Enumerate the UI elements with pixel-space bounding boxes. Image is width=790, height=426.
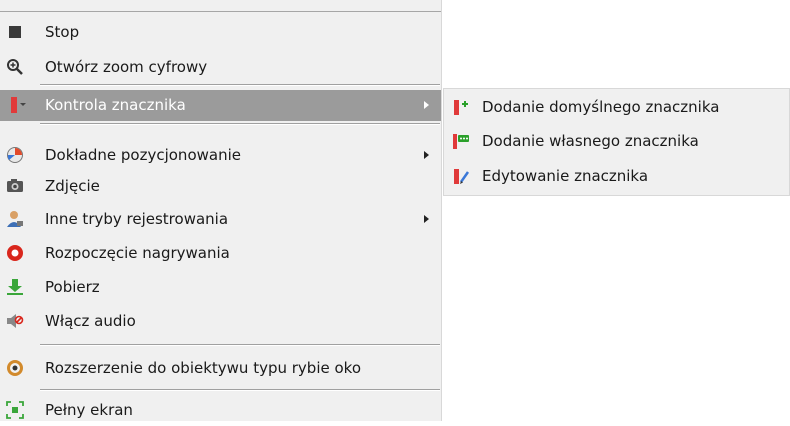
marker-control-submenu: Dodanie domyślnego znacznika Dodanie wła… [443, 88, 790, 196]
menu-item-enable-audio[interactable]: Włącz audio [0, 306, 441, 337]
submenu-arrow-icon [424, 215, 429, 223]
camera-icon [6, 177, 24, 195]
edit-marker-icon [452, 167, 470, 185]
zoom-icon [6, 58, 24, 76]
menu-item-label: Otwórz zoom cyfrowy [45, 58, 208, 76]
menu-item-label: Pobierz [45, 278, 100, 296]
submenu-arrow-icon [424, 151, 429, 159]
menu-item-label: Stop [45, 23, 80, 41]
menu-item-label: Włącz audio [45, 312, 136, 330]
submenu-item-label: Dodanie własnego znacznika [482, 132, 699, 150]
download-icon [6, 278, 24, 296]
menu-top-divider [0, 11, 441, 12]
submenu-item-edit-marker[interactable]: Edytowanie znacznika [444, 161, 789, 192]
menu-item-download[interactable]: Pobierz [0, 272, 441, 303]
menu-divider [40, 84, 440, 86]
submenu-item-add-default-marker[interactable]: Dodanie domyślnego znacznika [444, 92, 789, 123]
user-icon [6, 210, 24, 228]
submenu-item-label: Dodanie domyślnego znacznika [482, 98, 720, 116]
menu-item-snapshot[interactable]: Zdjęcie [0, 171, 441, 202]
positioning-icon [6, 146, 24, 164]
menu-divider [40, 123, 440, 125]
menu-item-label: Dokładne pozycjonowanie [45, 146, 241, 164]
context-menu: Stop Otwórz zoom cyfrowy Kontrola znaczn… [0, 0, 442, 421]
stop-icon [6, 23, 24, 41]
fisheye-icon [6, 359, 24, 377]
audio-muted-icon [6, 312, 24, 330]
submenu-arrow-icon [424, 101, 429, 109]
menu-item-label: Rozpoczęcie nagrywania [45, 244, 230, 262]
menu-item-label: Zdjęcie [45, 177, 100, 195]
menu-item-label: Inne tryby rejestrowania [45, 210, 229, 228]
record-icon [6, 244, 24, 262]
menu-item-other-recording-modes[interactable]: Inne tryby rejestrowania [0, 204, 441, 235]
menu-item-label: Kontrola znacznika [45, 96, 186, 114]
add-default-marker-icon [452, 98, 470, 116]
menu-item-digital-zoom[interactable]: Otwórz zoom cyfrowy [0, 52, 441, 83]
menu-divider [40, 344, 440, 346]
add-custom-marker-icon [452, 132, 470, 150]
menu-item-start-recording[interactable]: Rozpoczęcie nagrywania [0, 238, 441, 269]
menu-item-marker-control[interactable]: Kontrola znacznika [0, 90, 441, 121]
submenu-item-label: Edytowanie znacznika [482, 167, 649, 185]
submenu-item-add-custom-marker[interactable]: Dodanie własnego znacznika [444, 126, 789, 157]
fullscreen-icon [6, 401, 24, 419]
bookmark-menu-icon [10, 96, 28, 114]
menu-item-precise-positioning[interactable]: Dokładne pozycjonowanie [0, 140, 441, 171]
menu-divider [40, 389, 440, 391]
menu-item-label: Pełny ekran [45, 401, 133, 419]
menu-item-fisheye-expansion[interactable]: Rozszerzenie do obiektywu typu rybie oko [0, 353, 441, 384]
menu-item-label: Rozszerzenie do obiektywu typu rybie oko [45, 359, 361, 377]
menu-item-fullscreen[interactable]: Pełny ekran [0, 395, 441, 426]
menu-item-stop[interactable]: Stop [0, 17, 441, 48]
